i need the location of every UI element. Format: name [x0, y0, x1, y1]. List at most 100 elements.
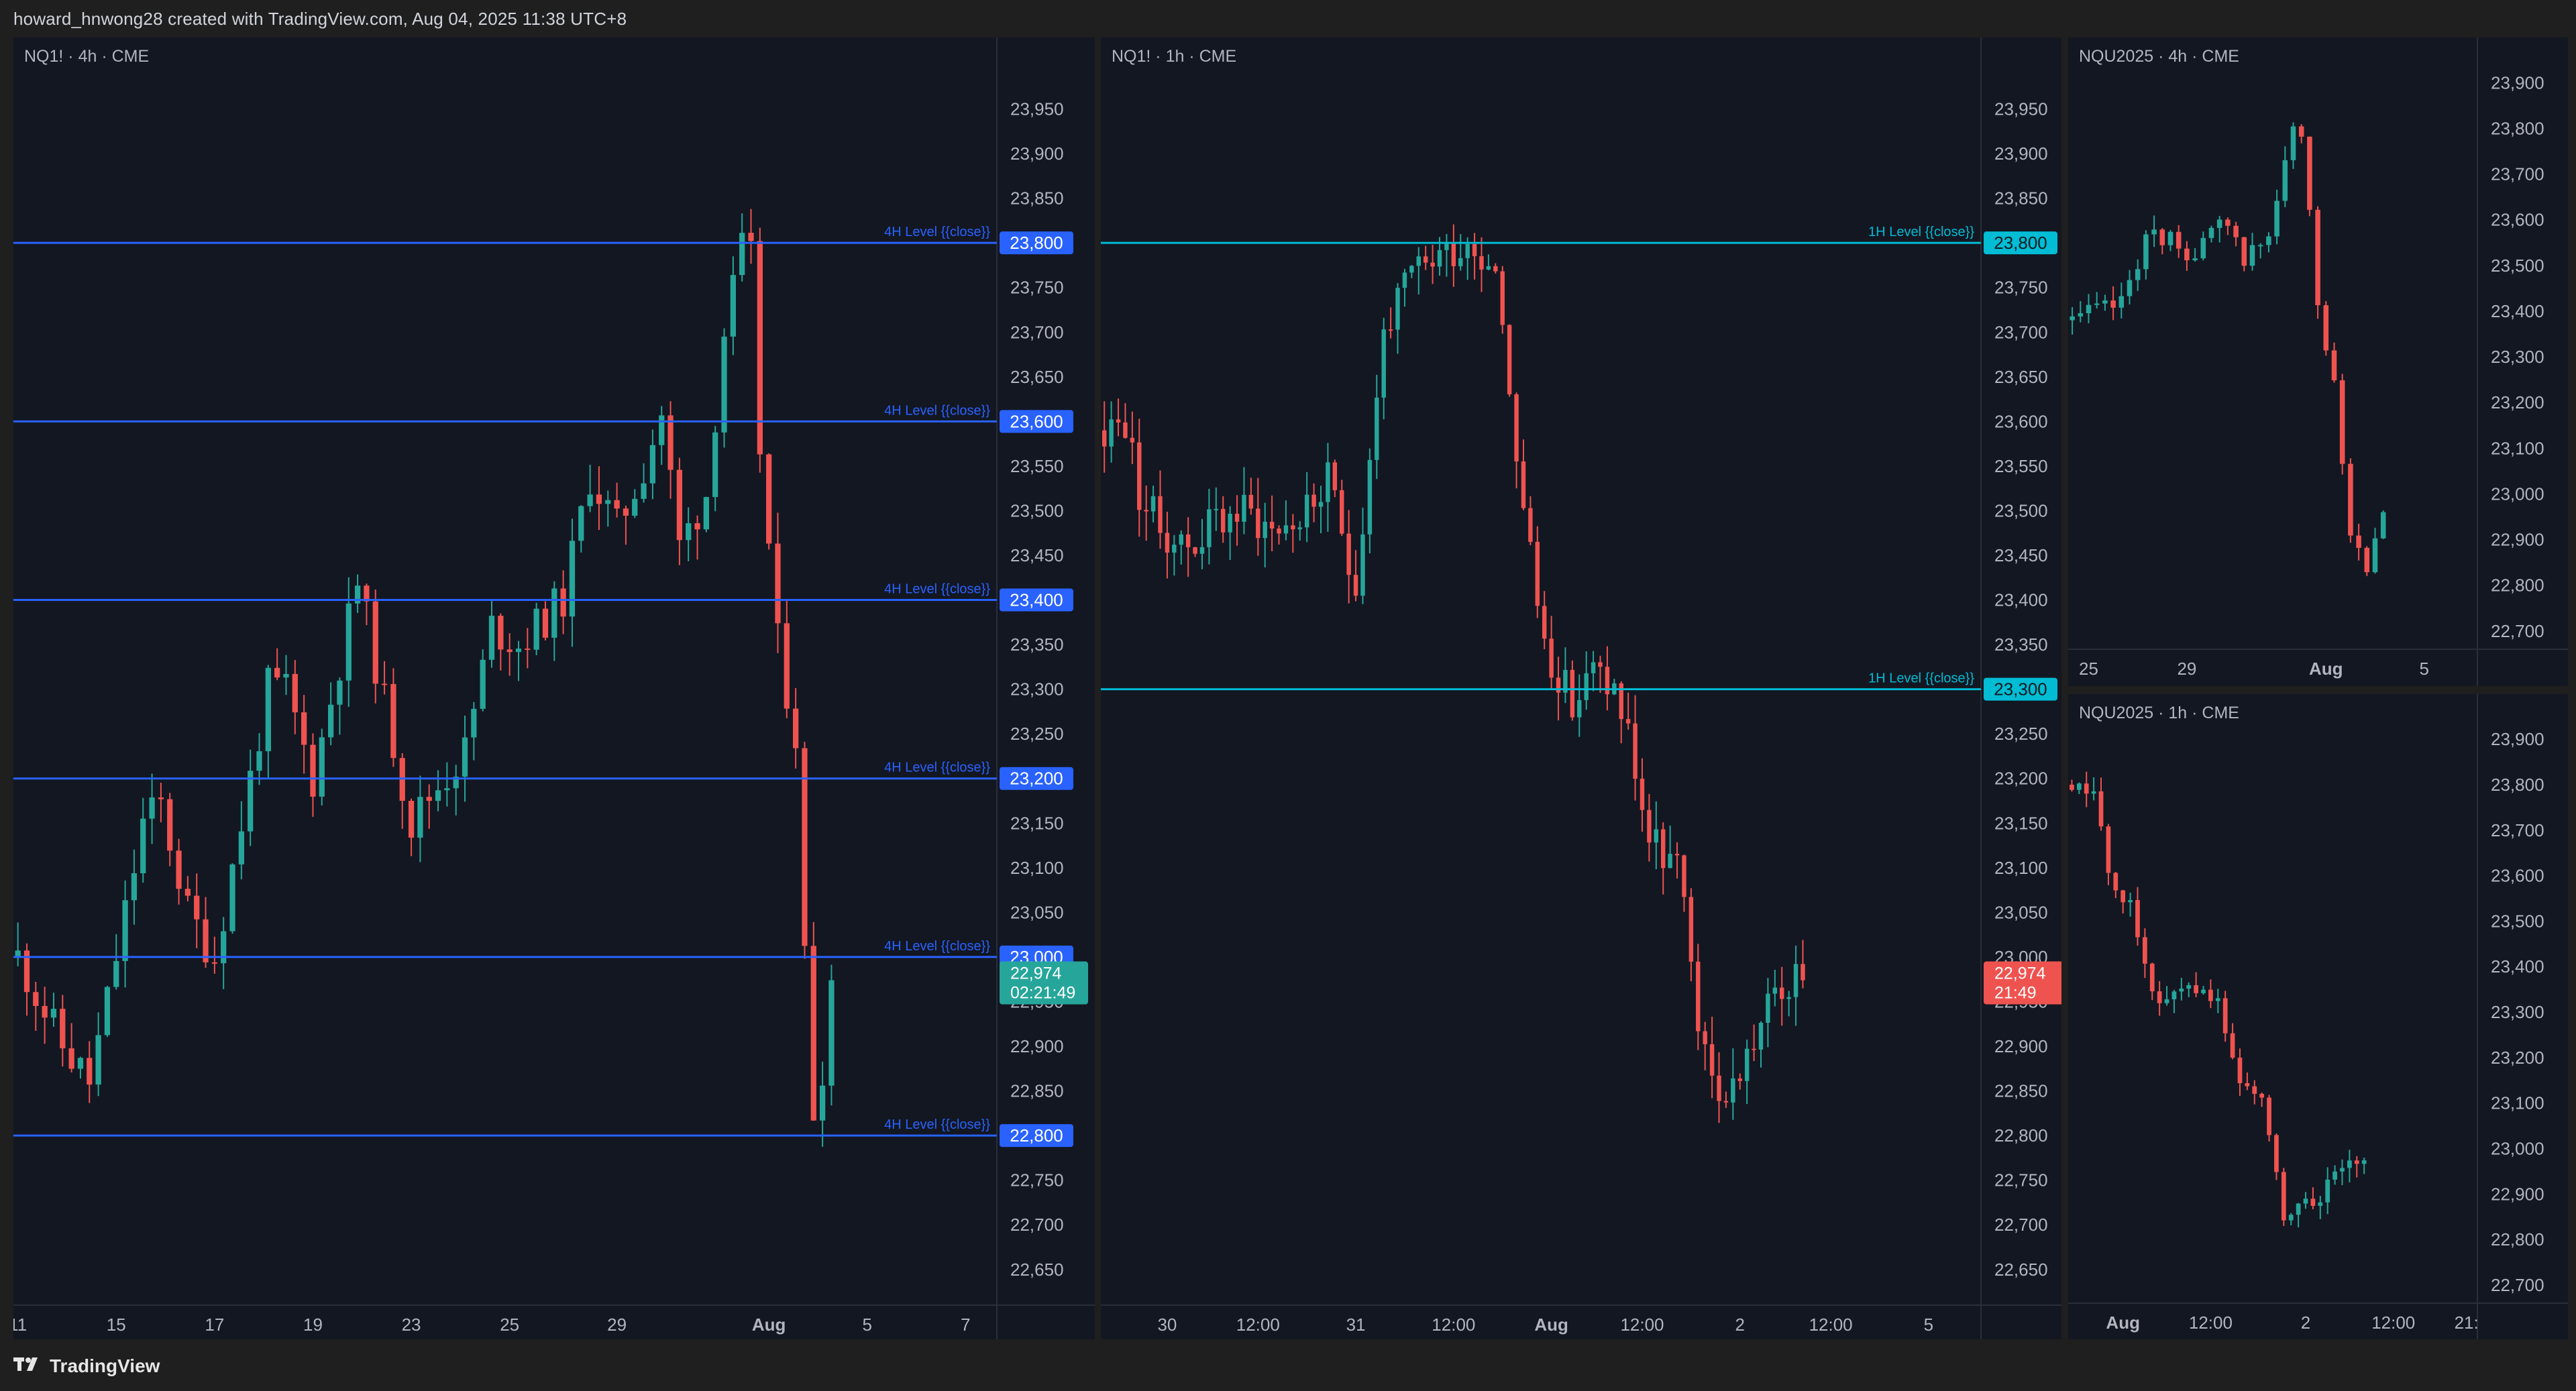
candle-body	[221, 931, 227, 964]
candle-body	[605, 500, 611, 504]
candle-body	[587, 494, 593, 506]
y-tick-label: 22,800	[1994, 1125, 2048, 1146]
candle-body	[68, 1048, 74, 1069]
candle-body	[42, 1005, 48, 1018]
candle-body	[542, 608, 549, 638]
level-label: 1H Level {{close}}	[1868, 671, 1974, 686]
y-tick-label: 23,300	[1010, 679, 1064, 700]
y-tick-label: 23,900	[2491, 72, 2544, 93]
candle-body	[2151, 229, 2157, 235]
candle-body	[1772, 987, 1778, 994]
candle-body	[184, 889, 191, 896]
candle-body	[730, 275, 736, 337]
candle-body	[1430, 262, 1435, 267]
candle-body	[1584, 673, 1589, 700]
candle-body	[1507, 325, 1512, 394]
footer-brand[interactable]: TradingView	[0, 1348, 402, 1384]
candle-body	[2325, 1179, 2330, 1203]
candle-body	[1479, 256, 1484, 270]
x-tick-label: 19	[303, 1315, 323, 1335]
x-tick-label: 12:00	[2189, 1313, 2233, 1333]
candle-body	[2318, 1202, 2323, 1206]
candle-body	[2176, 231, 2182, 249]
candle-body	[1388, 329, 1393, 331]
candle-body	[435, 790, 441, 801]
x-tick-label: 23	[402, 1315, 421, 1335]
candle-body	[2143, 234, 2149, 270]
candle-body	[1521, 461, 1526, 508]
chart-panel-nqu2025-4h[interactable]: 23,900 23,800 23,700 23,600 23,500 23,400 23,3…	[2068, 38, 2568, 686]
candle-body	[1640, 779, 1645, 810]
x-tick-label: 12:00	[2371, 1313, 2415, 1333]
candle-body	[1416, 256, 1421, 266]
candle-body	[2216, 219, 2222, 228]
candle-body	[1752, 1048, 1756, 1050]
chart-panel-nq1-4h[interactable]: 23,950 23,900 23,850 23,800 23,750 23,700 23,6…	[13, 38, 1095, 1339]
candle-body	[1291, 525, 1295, 530]
candle-body	[1549, 638, 1554, 678]
candle-body	[1326, 462, 1330, 502]
candle-body	[1381, 329, 1386, 398]
candle-body	[1185, 534, 1191, 547]
candle-body	[1199, 547, 1205, 554]
y-tick-label: 23,000	[2491, 484, 2544, 504]
candle-body	[1766, 993, 1770, 1023]
candle-body	[1207, 509, 1212, 547]
candle-body	[140, 818, 146, 874]
level-label: 4H Level {{close}}	[884, 225, 990, 239]
chart-panel-nqu2025-1h[interactable]: 23,900 23,800 23,700 23,600 23,500 23,400 23,3…	[2068, 694, 2568, 1339]
y-tick-label: 23,100	[1994, 858, 2048, 878]
level-price-tag-text: 23,800	[1010, 233, 1063, 253]
candle-body	[721, 336, 727, 433]
candle-body	[1451, 243, 1456, 266]
candle-body	[2135, 899, 2140, 938]
level-label: 4H Level {{close}}	[884, 403, 990, 418]
candle-body	[310, 744, 316, 797]
y-tick-label: 23,400	[2491, 956, 2544, 977]
candle-body	[2331, 350, 2337, 381]
candle-body	[623, 508, 629, 516]
candle-body	[2249, 245, 2255, 266]
chart-panel-nq1-1h[interactable]: 23,950 23,900 23,850 23,800 23,750 23,700 23,6…	[1101, 38, 2061, 1339]
candle-body	[1591, 662, 1596, 673]
countdown-text: 21:49	[1994, 984, 2037, 1003]
candle-body	[2303, 1199, 2308, 1204]
candle-body	[560, 588, 566, 617]
candle-body	[60, 1009, 66, 1049]
candle-body	[1654, 829, 1659, 843]
candle-body	[2274, 1135, 2279, 1172]
candle-body	[1353, 575, 1358, 596]
chart-title: NQU2025 · 1h · CME	[2079, 704, 2239, 722]
candle-body	[2340, 1168, 2345, 1172]
candle-body	[2267, 1097, 2271, 1135]
candle-body	[1682, 855, 1686, 897]
x-tick-label: 12:00	[1432, 1315, 1475, 1335]
candle-body	[2233, 225, 2239, 237]
candle-body	[569, 541, 576, 617]
candle-body	[256, 751, 262, 771]
level-price-tag-text: 22,800	[1010, 1125, 1063, 1146]
x-tick-label: 2	[1735, 1315, 1745, 1335]
candle-body	[1256, 508, 1260, 539]
candle-body	[2084, 783, 2089, 794]
candle-body	[1116, 419, 1121, 423]
candle-body	[1402, 272, 1407, 288]
y-tick-label: 23,800	[2491, 118, 2544, 138]
candle-body	[1123, 422, 1128, 438]
candle-body	[444, 788, 450, 791]
brand-name: TradingView	[50, 1355, 160, 1376]
candle-body	[1458, 258, 1463, 266]
y-tick-label: 23,900	[2491, 729, 2544, 749]
y-tick-label: 23,950	[1010, 99, 1064, 119]
candle-body	[1263, 521, 1267, 539]
candle-body	[793, 708, 799, 748]
candle-body	[2259, 1093, 2265, 1098]
candle-body	[810, 946, 816, 1121]
candle-body	[381, 683, 388, 685]
attribution-text: howard_hnwong28 created with TradingView…	[13, 9, 627, 29]
candle-body	[462, 737, 468, 777]
x-tick-label: 15	[107, 1315, 126, 1335]
candle-body	[2361, 1160, 2367, 1164]
candle-body	[1332, 462, 1338, 490]
candle-body	[408, 800, 415, 838]
